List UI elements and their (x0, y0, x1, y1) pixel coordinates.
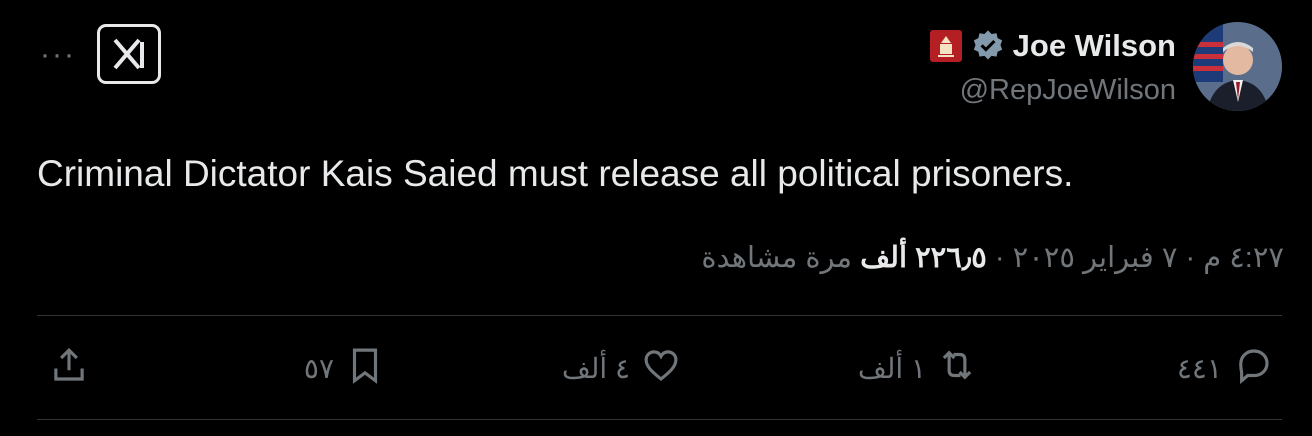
author-name-row: Joe Wilson (929, 26, 1176, 66)
meta-separator: · (1185, 242, 1196, 274)
share-icon (48, 344, 90, 393)
avatar[interactable] (1193, 22, 1282, 111)
tweet-date[interactable]: ٧ فبراير ٢٠٢٥ (1013, 242, 1178, 274)
reply-count: ٤٤١ (1176, 353, 1222, 384)
retweet-button[interactable]: ١ ألف (858, 344, 978, 393)
views-label: مرة مشاهدة (701, 242, 853, 274)
views-count: ٢٢٦٫٥ ألف (860, 242, 987, 274)
author-name[interactable]: Joe Wilson (1013, 28, 1176, 64)
tweet-text: Criminal Dictator Kais Saied must releas… (37, 153, 1074, 194)
reply-button[interactable]: ٤٤١ (1177, 344, 1274, 393)
reply-icon (1232, 344, 1274, 393)
tweet-meta: ٤:٢٧ م · ٧ فبراير ٢٠٢٥ · ٢٢٦٫٥ ألف مرة م… (701, 240, 1284, 275)
divider (37, 419, 1282, 420)
heart-icon (640, 344, 682, 393)
author-handle[interactable]: @RepJoeWilson (960, 74, 1176, 107)
bookmark-icon (344, 344, 386, 393)
tweet-time[interactable]: ٤:٢٧ م (1203, 242, 1284, 274)
bookmark-button[interactable]: ٥٧ (304, 344, 386, 393)
x-logo-icon[interactable] (97, 24, 161, 84)
verified-badge-icon (971, 29, 1005, 63)
more-icon[interactable]: ··· (40, 38, 76, 72)
retweet-icon (936, 344, 978, 393)
share-button[interactable] (48, 344, 90, 393)
like-button[interactable]: ٤ ألف (562, 344, 682, 393)
us-house-flag-icon (929, 29, 963, 63)
bookmark-count: ٥٧ (303, 353, 334, 384)
retweet-count: ١ ألف (857, 353, 926, 384)
divider (37, 315, 1282, 316)
meta-separator: · (994, 242, 1005, 274)
like-count: ٤ ألف (561, 353, 630, 384)
